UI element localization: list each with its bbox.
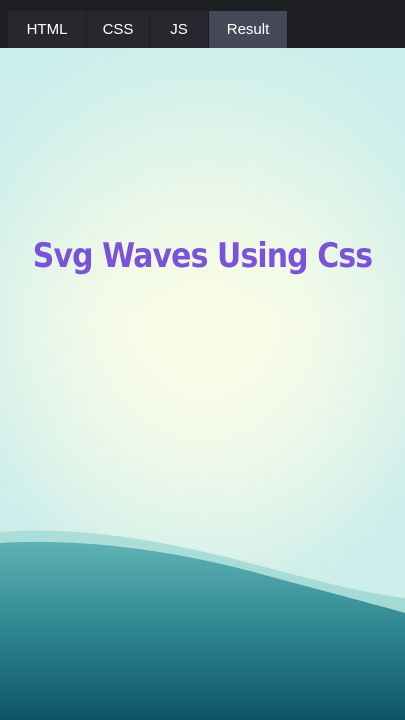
tab-css[interactable]: CSS [87,11,149,48]
result-preview: Svg Waves Using Css [0,48,405,720]
editor-tab-bar: HTML CSS JS Result [0,0,405,48]
page-title: Svg Waves Using Css [32,236,373,276]
wave-front [0,541,405,720]
tab-result[interactable]: Result [209,11,287,48]
svg-waves [0,530,405,720]
tab-js[interactable]: JS [150,11,208,48]
tab-html[interactable]: HTML [8,11,86,48]
